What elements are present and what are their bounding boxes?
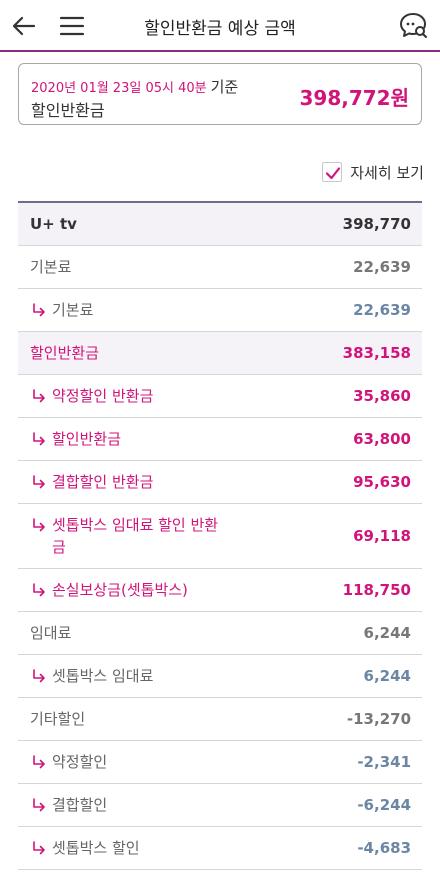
- table-row-contract-discount: 약정할인 -2,341: [18, 741, 422, 784]
- sub-item-arrow-icon: [33, 303, 45, 317]
- summary-amount: 398,772원: [299, 86, 410, 110]
- chat-search-icon[interactable]: [398, 11, 428, 41]
- detail-view-toggle[interactable]: 자세히 보기: [322, 161, 424, 183]
- refund-breakdown-table: U+ tv 398,770 기본료 22,639 기본료 22,639 할인반환…: [18, 201, 422, 870]
- row-value: 6,244: [363, 624, 411, 642]
- sub-item-arrow-icon: [33, 475, 45, 489]
- row-value: 118,750: [342, 581, 411, 599]
- hamburger-menu-icon[interactable]: [58, 12, 86, 40]
- row-value: 95,630: [353, 473, 411, 491]
- row-value: 69,118: [353, 527, 411, 545]
- row-label: 약정할인 반환금: [52, 387, 154, 405]
- table-row-discount-refund-sub: 할인반환금 63,800: [18, 418, 422, 461]
- summary-date: 2020년 01월 23일 05시 40분 기준: [31, 76, 238, 97]
- row-value: -6,244: [357, 796, 411, 814]
- row-value: 35,860: [353, 387, 411, 405]
- detail-view-checkbox[interactable]: [322, 162, 343, 182]
- row-label: 약정할인: [52, 753, 108, 771]
- table-row-rental-fee: 임대료 6,244: [18, 612, 422, 655]
- row-label: 셋톱박스 임대료: [52, 667, 154, 685]
- row-label: 할인반환금: [52, 430, 122, 448]
- sub-item-arrow-icon: [33, 518, 45, 532]
- table-row-loss-compensation: 손실보상금(셋톱박스) 118,750: [18, 569, 422, 612]
- table-row-basic-fee-sub: 기본료 22,639: [18, 289, 422, 332]
- row-label: 기본료: [52, 301, 94, 319]
- row-label: 할인반환금: [30, 344, 100, 362]
- sub-item-arrow-icon: [33, 583, 45, 597]
- sub-item-arrow-icon: [33, 798, 45, 812]
- row-value: 22,639: [353, 301, 411, 319]
- check-icon: [326, 167, 341, 180]
- row-label: 임대료: [30, 624, 72, 642]
- table-row-utv-total: U+ tv 398,770: [18, 203, 422, 246]
- refund-summary-card: 2020년 01월 23일 05시 40분 기준 할인반환금 398,772원: [18, 63, 422, 125]
- row-label: 결합할인: [52, 796, 108, 814]
- table-row-bundle-discount: 결합할인 -6,244: [18, 784, 422, 827]
- row-label: 기타할인: [30, 710, 86, 728]
- row-value: -13,270: [346, 710, 411, 728]
- table-row-discount-refund: 할인반환금 383,158: [18, 332, 422, 375]
- row-value: 63,800: [353, 430, 411, 448]
- row-value: -2,341: [357, 753, 411, 771]
- row-value: 398,770: [342, 215, 411, 233]
- summary-reference: 기준: [210, 78, 239, 96]
- table-row-other-discount: 기타할인 -13,270: [18, 698, 422, 741]
- row-value: 22,639: [353, 258, 411, 276]
- row-value: 383,158: [342, 344, 411, 362]
- sub-item-arrow-icon: [33, 841, 45, 855]
- table-row-settop-rental-fee: 셋톱박스 임대료 6,244: [18, 655, 422, 698]
- row-label: 셋톱박스 할인: [52, 839, 140, 857]
- row-label: 셋톱박스 임대료 할인 반환금: [52, 516, 219, 556]
- arrow-left-icon[interactable]: [10, 12, 38, 40]
- summary-date-text: 2020년 01월 23일 05시 40분: [31, 81, 207, 96]
- sub-item-arrow-icon: [33, 389, 45, 403]
- sub-item-arrow-icon: [33, 669, 45, 683]
- table-row-basic-fee: 기본료 22,639: [18, 246, 422, 289]
- row-label: 결합할인 반환금: [52, 473, 154, 491]
- row-value: -4,683: [357, 839, 411, 857]
- row-label: 기본료: [30, 258, 72, 276]
- summary-label: 할인반환금: [31, 101, 105, 120]
- sub-item-arrow-icon: [33, 432, 45, 446]
- table-row-bundle-discount-refund: 결합할인 반환금 95,630: [18, 461, 422, 504]
- table-row-contract-discount-refund: 약정할인 반환금 35,860: [18, 375, 422, 418]
- table-row-settop-discount: 셋톱박스 할인 -4,683: [18, 827, 422, 870]
- row-label: 손실보상금(셋톱박스): [52, 581, 188, 599]
- app-bar: 할인반환금 예상 금액: [0, 0, 440, 52]
- table-row-settop-rental-discount-refund: 셋톱박스 임대료 할인 반환금 69,118: [18, 504, 422, 569]
- sub-item-arrow-icon: [33, 755, 45, 769]
- row-value: 6,244: [363, 667, 411, 685]
- detail-view-label: 자세히 보기: [350, 163, 424, 182]
- row-label: U+ tv: [30, 215, 77, 233]
